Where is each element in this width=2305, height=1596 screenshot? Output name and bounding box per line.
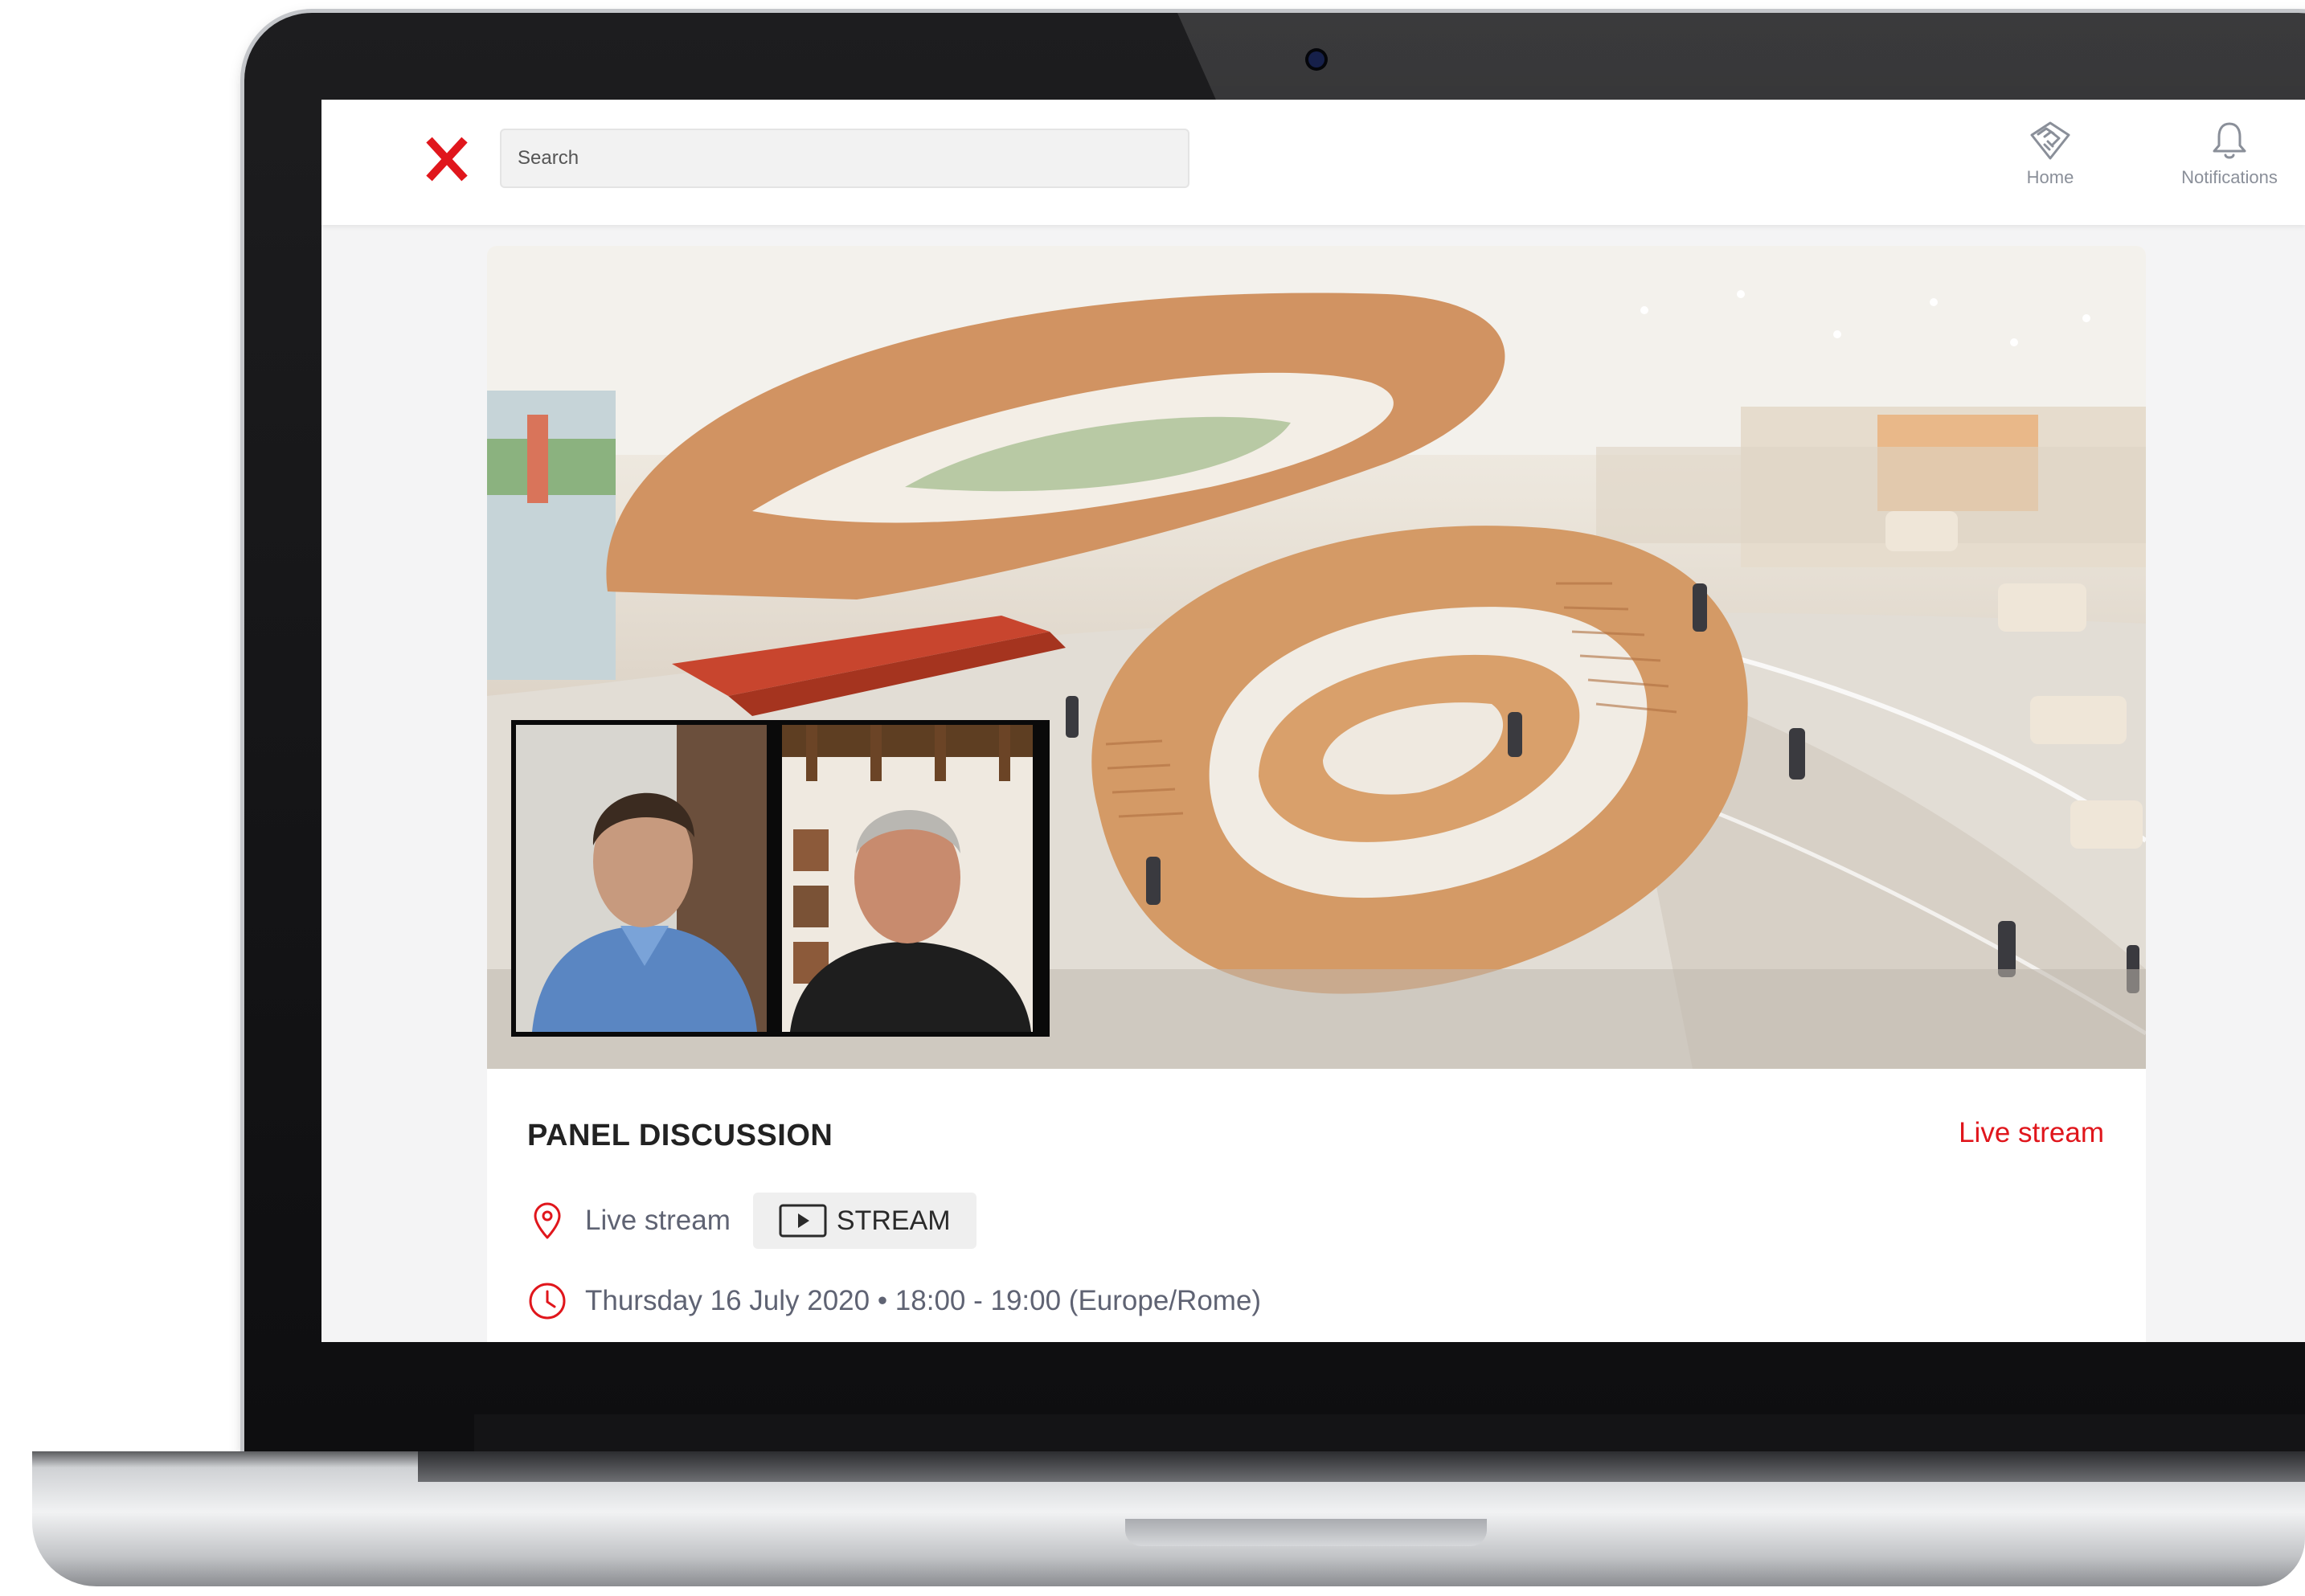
event-card: PANEL DISCUSSION Live stream Live stream… bbox=[487, 246, 2146, 1342]
nav-notifications[interactable]: Notifications bbox=[2149, 121, 2305, 188]
app-header: Home Notifications bbox=[321, 100, 2305, 225]
clock-icon bbox=[529, 1283, 566, 1320]
stream-button[interactable]: STREAM bbox=[752, 1193, 976, 1249]
event-type-badge: Live stream bbox=[1959, 1117, 2104, 1148]
laptop-notch bbox=[1125, 1519, 1487, 1546]
participant-avatar bbox=[782, 725, 1033, 1032]
participant-avatar bbox=[516, 725, 767, 1032]
stream-button-label: STREAM bbox=[836, 1205, 951, 1236]
event-location: Live stream STREAM bbox=[527, 1193, 976, 1249]
app-screen: Home Notifications bbox=[321, 100, 2305, 1342]
participant-video bbox=[516, 725, 779, 1032]
webcam bbox=[1308, 51, 1324, 68]
play-icon bbox=[779, 1204, 827, 1238]
event-datetime: Thursday 16 July 2020 • 18:00 - 19:00 (E… bbox=[527, 1281, 1261, 1321]
participant-video bbox=[782, 725, 1045, 1032]
nav-home-label: Home bbox=[2026, 167, 2074, 187]
laptop-bezel-bottom bbox=[474, 1414, 2305, 1451]
keyboard-edge bbox=[418, 1451, 2305, 1482]
search-input[interactable] bbox=[500, 129, 1189, 188]
nav-notifications-label: Notifications bbox=[2181, 167, 2278, 187]
video-call-overlay[interactable] bbox=[511, 720, 1050, 1037]
brand-logo[interactable] bbox=[423, 135, 471, 183]
event-datetime-text: Thursday 16 July 2020 • 18:00 - 19:00 (E… bbox=[585, 1285, 1262, 1316]
bell-icon bbox=[2213, 122, 2246, 159]
event-title: PANEL DISCUSSION bbox=[527, 1119, 833, 1152]
event-location-text: Live stream bbox=[585, 1205, 731, 1236]
event-cover-image bbox=[487, 246, 2146, 1069]
nav-home[interactable]: Home bbox=[1982, 121, 2119, 188]
handshake-icon bbox=[2030, 121, 2070, 160]
map-pin-icon bbox=[534, 1202, 561, 1239]
